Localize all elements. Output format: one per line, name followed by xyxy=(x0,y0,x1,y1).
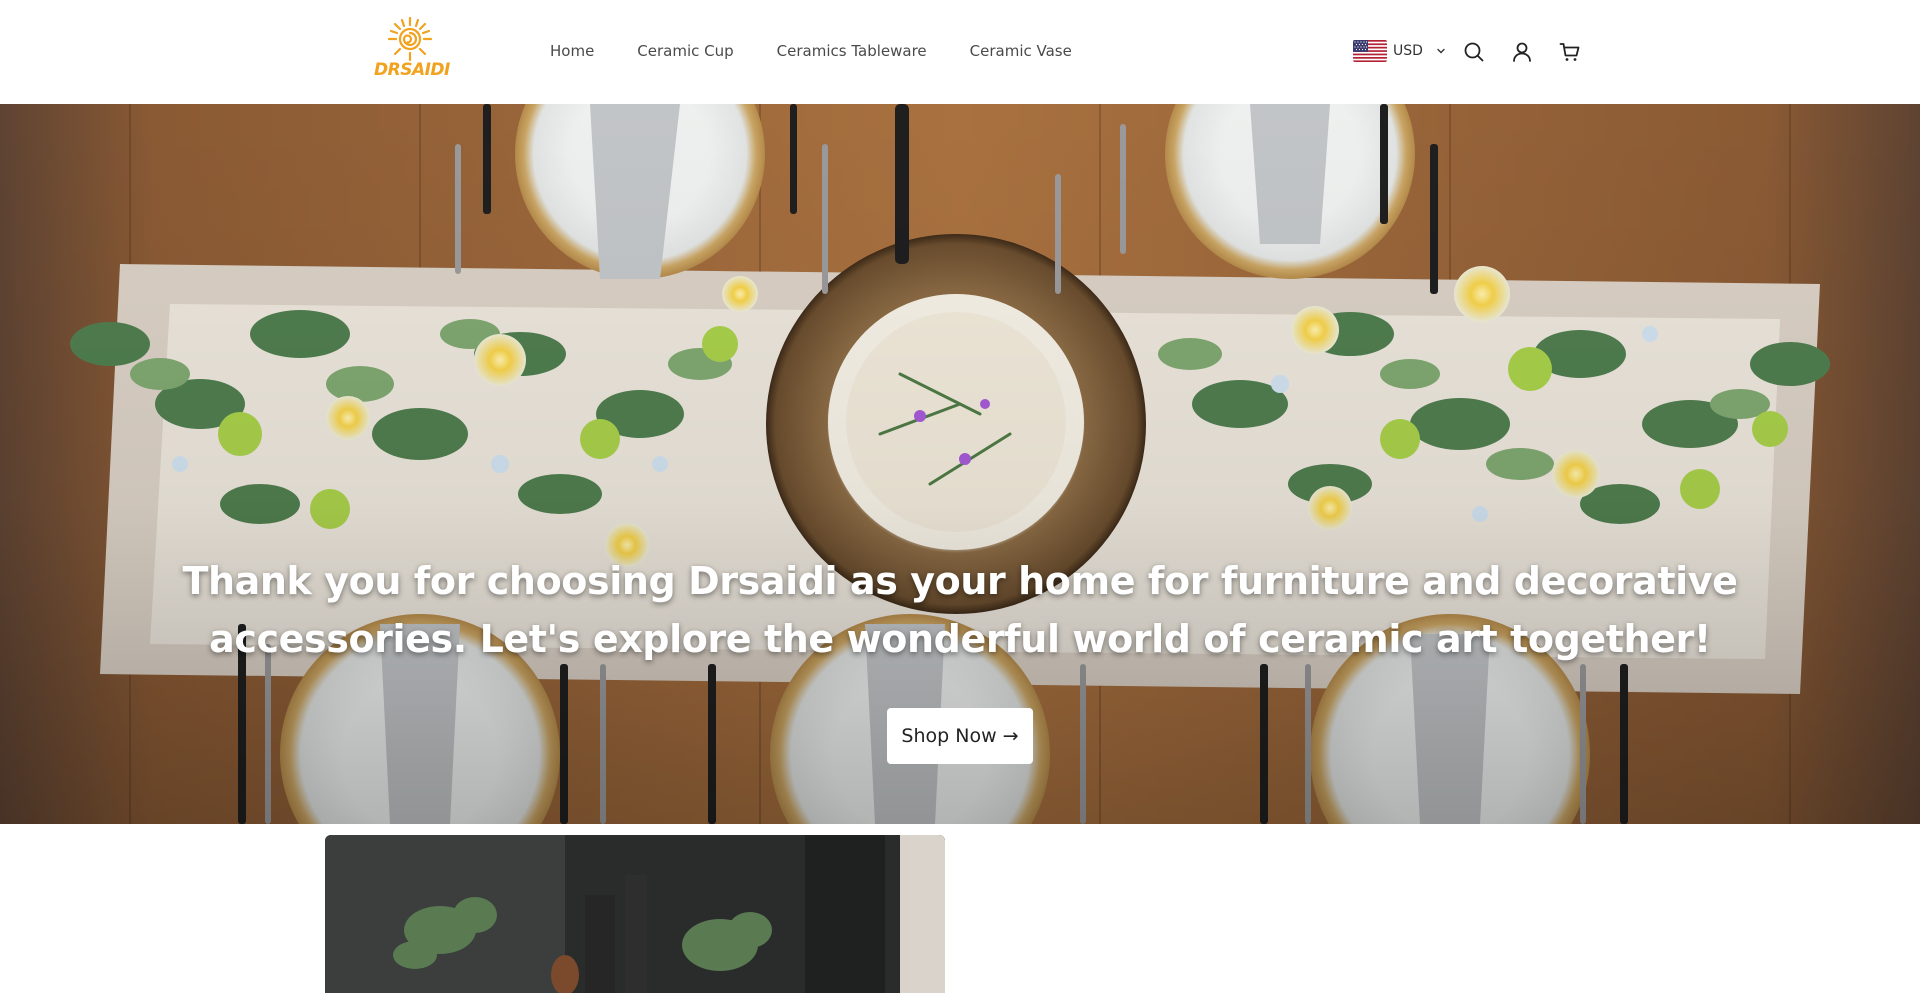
brand-logo[interactable]: DRSAIDI xyxy=(374,16,450,84)
chevron-down-icon xyxy=(1437,48,1445,54)
search-icon[interactable] xyxy=(1462,40,1486,64)
us-flag-icon xyxy=(1353,40,1387,62)
shop-now-button[interactable]: Shop Now → xyxy=(887,708,1033,764)
cart-icon[interactable] xyxy=(1558,40,1582,64)
featured-image-card[interactable] xyxy=(325,835,945,993)
main-nav: Home Ceramic Cup Ceramics Tableware Cera… xyxy=(550,40,1115,62)
site-header: DRSAIDI Home Ceramic Cup Ceramics Tablew… xyxy=(0,0,1920,104)
hero-banner: Thank you for choosing Drsaidi as your h… xyxy=(0,104,1920,824)
nav-item-home[interactable]: Home xyxy=(550,40,594,62)
nav-item-ceramic-cup[interactable]: Ceramic Cup xyxy=(637,40,733,62)
currency-label: USD xyxy=(1393,43,1423,59)
nav-item-ceramic-vase[interactable]: Ceramic Vase xyxy=(970,40,1072,62)
sun-logo-icon xyxy=(387,16,433,62)
brand-name: DRSAIDI xyxy=(374,60,450,80)
hero-headline: Thank you for choosing Drsaidi as your h… xyxy=(182,559,1738,661)
account-icon[interactable] xyxy=(1510,40,1534,64)
plant-photo xyxy=(325,835,945,993)
currency-selector[interactable]: USD xyxy=(1353,40,1447,62)
nav-item-ceramics-tableware[interactable]: Ceramics Tableware xyxy=(777,40,927,62)
